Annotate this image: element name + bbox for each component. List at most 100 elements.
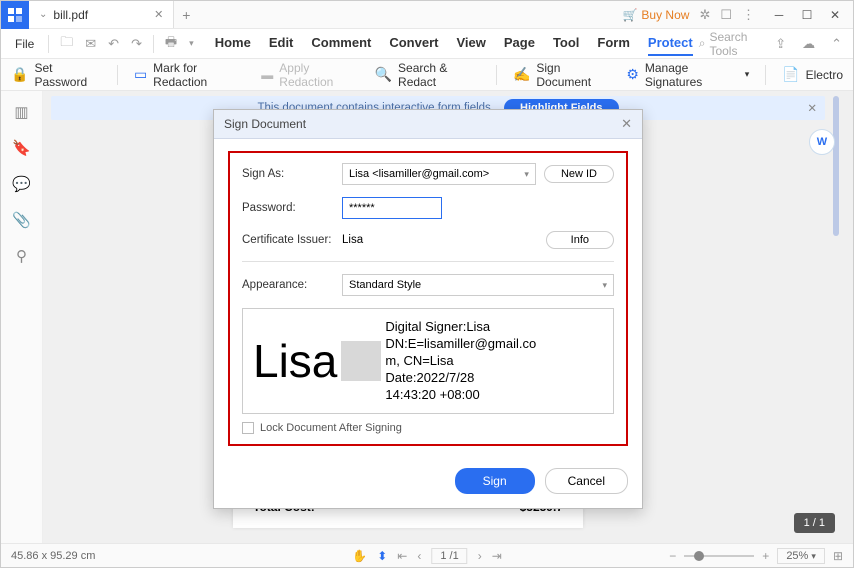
manage-signatures-icon: ⚙ (626, 66, 639, 83)
tab-tool[interactable]: Tool (553, 31, 579, 56)
document-tab[interactable]: ⌄ bill.pdf ✕ (29, 1, 174, 28)
sign-icon: ✍ (513, 66, 530, 83)
buy-now-link[interactable]: 🛒 Buy Now (622, 8, 689, 22)
tab-chevron-icon: ⌄ (39, 9, 47, 20)
search-redact-label: Search & Redact (398, 61, 480, 89)
mail-icon[interactable]: ✉ (82, 36, 99, 52)
fit-page-icon[interactable]: ⊞ (833, 549, 843, 563)
sign-button[interactable]: Sign (455, 468, 535, 494)
first-page-icon[interactable]: ⇤ (397, 549, 407, 563)
lock-document-checkbox[interactable] (242, 422, 254, 434)
preview-dn1: DN:E=lisamiller@gmail.co (385, 336, 536, 353)
file-menu[interactable]: File (9, 37, 40, 51)
tab-home[interactable]: Home (215, 31, 251, 56)
more-icon[interactable]: ⋮ (742, 7, 755, 23)
tab-edit[interactable]: Edit (269, 31, 294, 56)
set-password-button[interactable]: 🔒 Set Password (11, 61, 101, 89)
separator (48, 35, 49, 53)
chevron-down-icon: ▾ (745, 69, 750, 80)
comment-icon[interactable]: 💬 (12, 175, 31, 193)
zoom-out-icon[interactable]: − (669, 549, 676, 563)
search-pane-icon[interactable]: ⚲ (16, 247, 27, 265)
lock-document-label: Lock Document After Signing (260, 422, 402, 434)
preview-thumbnail (341, 341, 381, 381)
tab-protect[interactable]: Protect (648, 31, 693, 56)
app-icon[interactable] (1, 1, 29, 29)
next-page-icon[interactable]: › (478, 549, 482, 563)
dialog-titlebar: Sign Document ✕ (214, 110, 642, 139)
dialog-title: Sign Document (224, 117, 306, 131)
vertical-scrollbar[interactable] (833, 96, 839, 236)
prev-page-icon[interactable]: ‹ (417, 549, 421, 563)
select-tool-icon[interactable]: ⬍ (377, 549, 387, 563)
attachment-icon[interactable]: 📎 (12, 211, 31, 229)
tab-convert[interactable]: Convert (389, 31, 438, 56)
zoom-value[interactable]: 25% ▾ (777, 548, 825, 564)
appearance-value: Standard Style (349, 279, 421, 291)
certificate-issuer-value: Lisa (342, 234, 363, 246)
sign-document-label: Sign Document (536, 61, 610, 89)
electro-icon: 📄 (782, 66, 799, 83)
password-input[interactable] (342, 197, 442, 219)
hand-tool-icon[interactable]: ✋ (352, 549, 367, 563)
chevron-down-icon[interactable]: ▾ (186, 38, 197, 49)
sign-as-select[interactable]: Lisa <lisamiller@gmail.com> ▾ (342, 163, 536, 185)
share-icon[interactable]: ⇪ (772, 36, 789, 52)
thumbnails-icon[interactable]: ▥ (14, 103, 28, 121)
word-export-button[interactable]: W (809, 129, 835, 155)
electro-button[interactable]: 📄 Electro (782, 66, 843, 83)
separator (117, 65, 118, 85)
cloud-icon[interactable]: ☁ (799, 36, 818, 52)
preview-dn2: m, CN=Lisa (385, 353, 536, 370)
page-size: 45.86 x 95.29 cm (11, 550, 95, 562)
close-window-button[interactable]: ✕ (821, 3, 849, 27)
page-number-input[interactable]: 1 /1 (431, 548, 467, 564)
set-password-label: Set Password (34, 61, 101, 89)
mark-redaction-button[interactable]: ▭ Mark for Redaction (134, 61, 245, 89)
new-id-button[interactable]: New ID (544, 165, 614, 183)
page-counter: 1 / 1 (794, 513, 835, 533)
buy-now-label: Buy Now (641, 8, 689, 22)
sign-as-value: Lisa <lisamiller@gmail.com> (349, 168, 489, 180)
search-tools[interactable]: ⌕ Search Tools (699, 30, 762, 58)
appearance-select[interactable]: Standard Style ▾ (342, 274, 614, 296)
tab-comment[interactable]: Comment (311, 31, 371, 56)
preview-date: Date:2022/7/28 (385, 370, 536, 387)
dialog-close-button[interactable]: ✕ (621, 116, 632, 132)
sign-document-button[interactable]: ✍ Sign Document (513, 61, 610, 89)
tab-form[interactable]: Form (597, 31, 630, 56)
signature-name: Lisa (253, 334, 337, 388)
zoom-slider[interactable] (684, 555, 754, 557)
manage-signatures-button[interactable]: ⚙ Manage Signatures ▾ (626, 61, 749, 89)
tab-view[interactable]: View (456, 31, 485, 56)
appearance-label: Appearance: (242, 279, 342, 291)
gift-icon[interactable]: ✲ (699, 7, 710, 23)
info-button[interactable]: Info (546, 231, 614, 249)
collapse-icon[interactable]: ⌃ (828, 36, 845, 52)
redo-icon[interactable]: ↷ (128, 36, 145, 52)
maximize-button[interactable]: ☐ (793, 3, 821, 27)
signature-details: Digital Signer:Lisa DN:E=lisamiller@gmai… (385, 319, 536, 403)
statusbar: 45.86 x 95.29 cm ✋ ⬍ ⇤ ‹ 1 /1 › ⇥ − + 25… (1, 543, 853, 567)
certificate-issuer-label: Certificate Issuer: (242, 234, 342, 246)
cancel-button[interactable]: Cancel (545, 468, 628, 494)
bookmark-icon[interactable]: 🔖 (12, 139, 31, 157)
chevron-down-icon: ▾ (602, 280, 607, 291)
electro-label: Electro (806, 68, 843, 82)
signature-preview: Lisa Digital Signer:Lisa DN:E=lisamiller… (242, 308, 614, 414)
sign-as-label: Sign As: (242, 168, 342, 180)
undo-icon[interactable]: ↶ (105, 36, 122, 52)
manage-signatures-label: Manage Signatures (645, 61, 739, 89)
open-icon[interactable]: 🗀 (57, 33, 76, 55)
minimize-button[interactable]: ─ (765, 3, 793, 27)
zoom-in-icon[interactable]: + (762, 549, 769, 563)
last-page-icon[interactable]: ⇥ (492, 549, 502, 563)
print-icon[interactable]: 🖶 (162, 33, 180, 55)
add-tab-button[interactable]: + (174, 7, 198, 23)
notification-icon[interactable]: ☐ (720, 7, 732, 23)
banner-close-icon[interactable]: ✕ (807, 101, 817, 115)
tab-page[interactable]: Page (504, 31, 535, 56)
search-redact-button[interactable]: 🔍 Search & Redact (375, 61, 480, 89)
tab-close-icon[interactable]: ✕ (154, 8, 163, 21)
mark-redaction-icon: ▭ (134, 66, 147, 83)
